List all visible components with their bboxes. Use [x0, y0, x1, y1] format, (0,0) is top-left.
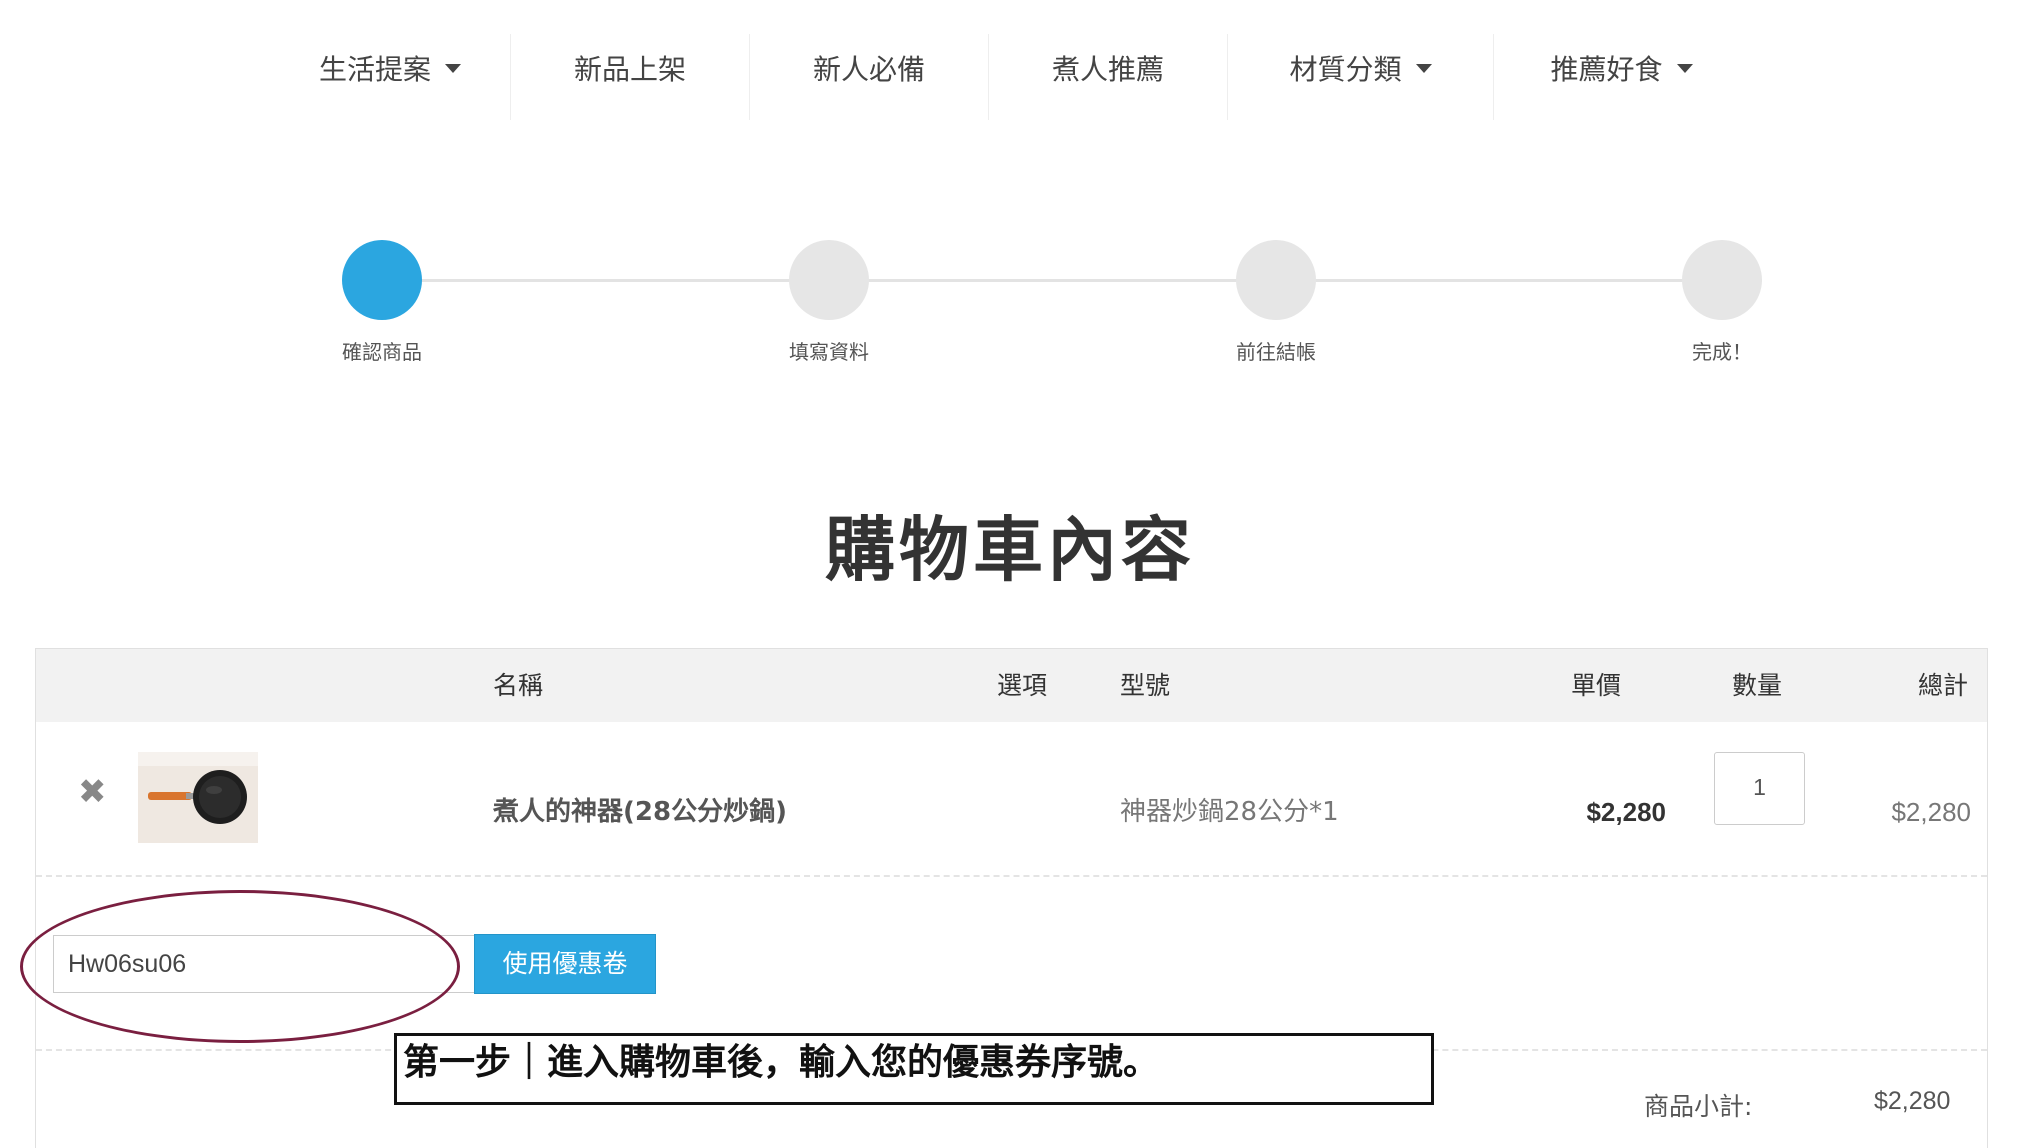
frying-pan-image: [138, 752, 258, 843]
nav-item-label: 煮人推薦: [1051, 53, 1164, 86]
step-2-indicator: [789, 240, 869, 320]
instruction-callout: 第一步｜進入購物車後，輸入您的優惠券序號。: [394, 1033, 1434, 1105]
step-2-label: 填寫資料: [789, 340, 869, 364]
subtotal-value: $2,280: [1874, 1087, 1951, 1115]
product-thumbnail[interactable]: [138, 752, 258, 843]
coupon-code-input[interactable]: [53, 935, 475, 993]
step-1-label: 確認商品: [342, 340, 422, 364]
column-header-name: 名稱: [493, 671, 544, 700]
nav-item-recommended-food[interactable]: 推薦好食: [1494, 26, 1749, 120]
remove-item-icon[interactable]: ✖: [78, 775, 107, 809]
nav-item-label: 生活提案: [318, 53, 431, 86]
column-header-unit-price: 單價: [1571, 671, 1622, 700]
product-unit-price: $2,280: [1586, 797, 1666, 827]
product-model: 神器炒鍋28公分*1: [1120, 797, 1339, 827]
nav-item-lifestyle[interactable]: 生活提案: [270, 26, 510, 120]
step-3-indicator: [1236, 240, 1316, 320]
nav-item-chef-recommends[interactable]: 煮人推薦: [989, 26, 1227, 120]
nav-item-beginner-essentials[interactable]: 新人必備: [750, 26, 988, 120]
step-3-label: 前往結帳: [1236, 340, 1316, 364]
caret-down-icon: [445, 63, 461, 73]
column-header-model: 型號: [1120, 671, 1171, 700]
quantity-input[interactable]: 1: [1714, 752, 1805, 825]
step-4-indicator: [1682, 240, 1762, 320]
apply-coupon-button[interactable]: 使用優惠卷: [474, 934, 656, 994]
caret-down-icon: [1415, 63, 1432, 73]
nav-item-materials[interactable]: 材質分類: [1228, 26, 1493, 120]
nav-item-label: 推薦好食: [1550, 53, 1663, 86]
cart-table-header: 名稱 選項 型號 單價 數量 總計: [36, 649, 1987, 722]
row-divider: [36, 875, 1987, 877]
step-1-indicator: [342, 240, 422, 320]
nav-item-label: 新品上架: [573, 53, 686, 86]
product-name[interactable]: 煮人的神器(28公分炒鍋): [493, 797, 787, 827]
subtotal-label: 商品小計:: [1644, 1092, 1753, 1121]
nav-item-label: 材質分類: [1289, 53, 1402, 86]
caret-down-icon: [1676, 63, 1693, 73]
page: 生活提案 新品上架 新人必備 煮人推薦 材質分類 推薦好食 確認商品 填寫資料 …: [0, 0, 2020, 1148]
product-total: $2,280: [1891, 797, 1971, 827]
column-header-option: 選項: [997, 671, 1048, 700]
stepper-track: [382, 279, 1762, 282]
nav-item-new-arrivals[interactable]: 新品上架: [511, 26, 749, 120]
nav-item-label: 新人必備: [812, 53, 925, 86]
main-nav: 生活提案 新品上架 新人必備 煮人推薦 材質分類 推薦好食: [0, 26, 2020, 120]
page-title: 購物車內容: [825, 509, 1195, 591]
column-header-total: 總計: [1918, 671, 1969, 700]
column-header-quantity: 數量: [1732, 671, 1783, 700]
step-4-label: 完成！: [1692, 340, 1752, 364]
